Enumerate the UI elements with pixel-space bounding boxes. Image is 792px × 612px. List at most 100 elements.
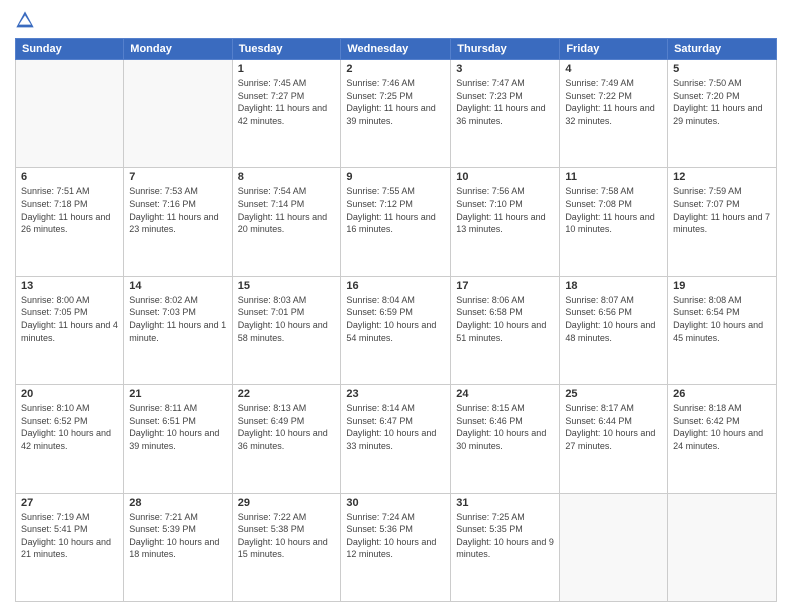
day-info: Sunrise: 7:50 AM Sunset: 7:20 PM Dayligh…: [673, 77, 771, 127]
day-header-tuesday: Tuesday: [232, 39, 341, 60]
header-row: SundayMondayTuesdayWednesdayThursdayFrid…: [16, 39, 777, 60]
day-header-sunday: Sunday: [16, 39, 124, 60]
calendar-cell: 14 Sunrise: 8:02 AM Sunset: 7:03 PM Dayli…: [124, 276, 232, 384]
calendar-cell: 23Sunrise: 8:14 AM Sunset: 6:47 PM Dayli…: [341, 385, 451, 493]
day-info: Sunrise: 8:07 AM Sunset: 6:56 PM Dayligh…: [565, 294, 662, 344]
day-number: 4: [565, 63, 662, 75]
calendar-cell: 25 Sunrise: 8:17 AM Sunset: 6:44 PM Dayli…: [560, 385, 668, 493]
day-info: Sunrise: 7:51 AM Sunset: 7:18 PM Dayligh…: [21, 185, 118, 235]
day-number: 23: [346, 388, 445, 400]
calendar-cell: [16, 60, 124, 168]
calendar-cell: 3 Sunrise: 7:47 AM Sunset: 7:23 PM Daylig…: [451, 60, 560, 168]
day-info: Sunrise: 8:00 AM Sunset: 7:05 PM Dayligh…: [21, 294, 118, 344]
calendar-cell: [560, 493, 668, 601]
calendar-cell: [668, 493, 777, 601]
calendar-cell: 15 Sunrise: 8:03 AM Sunset: 7:01 PM Dayli…: [232, 276, 341, 384]
calendar-cell: 22Sunrise: 8:13 AM Sunset: 6:49 PM Dayli…: [232, 385, 341, 493]
day-info: Sunrise: 7:46 AM Sunset: 7:25 PM Dayligh…: [346, 77, 445, 127]
day-number: 11: [565, 171, 662, 183]
week-row-1: 6 Sunrise: 7:51 AM Sunset: 7:18 PM Daylig…: [16, 168, 777, 276]
day-number: 20: [21, 388, 118, 400]
calendar: SundayMondayTuesdayWednesdayThursdayFrid…: [15, 38, 777, 602]
logo: [15, 10, 39, 30]
calendar-cell: 10Sunrise: 7:56 AM Sunset: 7:10 PM Dayli…: [451, 168, 560, 276]
calendar-cell: 17Sunrise: 8:06 AM Sunset: 6:58 PM Dayli…: [451, 276, 560, 384]
day-info: Sunrise: 7:24 AM Sunset: 5:36 PM Dayligh…: [346, 511, 445, 561]
week-row-0: 1 Sunrise: 7:45 AM Sunset: 7:27 PM Daylig…: [16, 60, 777, 168]
day-number: 25: [565, 388, 662, 400]
day-number: 9: [346, 171, 445, 183]
day-number: 10: [456, 171, 554, 183]
day-info: Sunrise: 7:25 AM Sunset: 5:35 PM Dayligh…: [456, 511, 554, 561]
day-number: 6: [21, 171, 118, 183]
day-info: Sunrise: 8:03 AM Sunset: 7:01 PM Dayligh…: [238, 294, 336, 344]
day-number: 7: [129, 171, 226, 183]
day-info: Sunrise: 8:11 AM Sunset: 6:51 PM Dayligh…: [129, 402, 226, 452]
calendar-cell: 31 Sunrise: 7:25 AM Sunset: 5:35 PM Dayli…: [451, 493, 560, 601]
day-header-saturday: Saturday: [668, 39, 777, 60]
day-info: Sunrise: 8:17 AM Sunset: 6:44 PM Dayligh…: [565, 402, 662, 452]
day-number: 12: [673, 171, 771, 183]
calendar-cell: 13 Sunrise: 8:00 AM Sunset: 7:05 PM Dayli…: [16, 276, 124, 384]
day-info: Sunrise: 7:19 AM Sunset: 5:41 PM Dayligh…: [21, 511, 118, 561]
calendar-cell: 7 Sunrise: 7:53 AM Sunset: 7:16 PM Daylig…: [124, 168, 232, 276]
calendar-cell: [124, 60, 232, 168]
calendar-cell: 8Sunrise: 7:54 AM Sunset: 7:14 PM Daylig…: [232, 168, 341, 276]
header: [15, 10, 777, 30]
day-number: 31: [456, 497, 554, 509]
calendar-cell: 20Sunrise: 8:10 AM Sunset: 6:52 PM Dayli…: [16, 385, 124, 493]
day-number: 15: [238, 280, 336, 292]
day-number: 19: [673, 280, 771, 292]
calendar-cell: 26 Sunrise: 8:18 AM Sunset: 6:42 PM Dayli…: [668, 385, 777, 493]
day-header-friday: Friday: [560, 39, 668, 60]
day-info: Sunrise: 7:53 AM Sunset: 7:16 PM Dayligh…: [129, 185, 226, 235]
day-info: Sunrise: 8:02 AM Sunset: 7:03 PM Dayligh…: [129, 294, 226, 344]
calendar-cell: 9 Sunrise: 7:55 AM Sunset: 7:12 PM Daylig…: [341, 168, 451, 276]
calendar-cell: 19Sunrise: 8:08 AM Sunset: 6:54 PM Dayli…: [668, 276, 777, 384]
day-info: Sunrise: 7:21 AM Sunset: 5:39 PM Dayligh…: [129, 511, 226, 561]
calendar-cell: 28Sunrise: 7:21 AM Sunset: 5:39 PM Dayli…: [124, 493, 232, 601]
day-info: Sunrise: 8:18 AM Sunset: 6:42 PM Dayligh…: [673, 402, 771, 452]
day-number: 30: [346, 497, 445, 509]
day-info: Sunrise: 8:06 AM Sunset: 6:58 PM Dayligh…: [456, 294, 554, 344]
day-info: Sunrise: 7:55 AM Sunset: 7:12 PM Dayligh…: [346, 185, 445, 235]
calendar-cell: 24 Sunrise: 8:15 AM Sunset: 6:46 PM Dayli…: [451, 385, 560, 493]
week-row-2: 13 Sunrise: 8:00 AM Sunset: 7:05 PM Dayli…: [16, 276, 777, 384]
day-number: 24: [456, 388, 554, 400]
day-number: 2: [346, 63, 445, 75]
calendar-cell: 11 Sunrise: 7:58 AM Sunset: 7:08 PM Dayli…: [560, 168, 668, 276]
calendar-cell: 16 Sunrise: 8:04 AM Sunset: 6:59 PM Dayli…: [341, 276, 451, 384]
day-number: 1: [238, 63, 336, 75]
day-number: 29: [238, 497, 336, 509]
day-info: Sunrise: 8:04 AM Sunset: 6:59 PM Dayligh…: [346, 294, 445, 344]
calendar-cell: 4Sunrise: 7:49 AM Sunset: 7:22 PM Daylig…: [560, 60, 668, 168]
day-number: 13: [21, 280, 118, 292]
day-number: 26: [673, 388, 771, 400]
day-info: Sunrise: 7:47 AM Sunset: 7:23 PM Dayligh…: [456, 77, 554, 127]
day-number: 8: [238, 171, 336, 183]
day-number: 22: [238, 388, 336, 400]
day-header-monday: Monday: [124, 39, 232, 60]
day-info: Sunrise: 7:22 AM Sunset: 5:38 PM Dayligh…: [238, 511, 336, 561]
calendar-cell: 29 Sunrise: 7:22 AM Sunset: 5:38 PM Dayli…: [232, 493, 341, 601]
logo-icon: [15, 10, 35, 30]
calendar-cell: 6 Sunrise: 7:51 AM Sunset: 7:18 PM Daylig…: [16, 168, 124, 276]
day-number: 18: [565, 280, 662, 292]
day-number: 5: [673, 63, 771, 75]
calendar-cell: 21Sunrise: 8:11 AM Sunset: 6:51 PM Dayli…: [124, 385, 232, 493]
day-number: 27: [21, 497, 118, 509]
day-info: Sunrise: 7:45 AM Sunset: 7:27 PM Dayligh…: [238, 77, 336, 127]
day-number: 14: [129, 280, 226, 292]
calendar-cell: 27 Sunrise: 7:19 AM Sunset: 5:41 PM Dayli…: [16, 493, 124, 601]
day-number: 16: [346, 280, 445, 292]
day-number: 3: [456, 63, 554, 75]
day-header-wednesday: Wednesday: [341, 39, 451, 60]
day-info: Sunrise: 8:15 AM Sunset: 6:46 PM Dayligh…: [456, 402, 554, 452]
week-row-3: 20Sunrise: 8:10 AM Sunset: 6:52 PM Dayli…: [16, 385, 777, 493]
day-info: Sunrise: 7:58 AM Sunset: 7:08 PM Dayligh…: [565, 185, 662, 235]
calendar-cell: 30 Sunrise: 7:24 AM Sunset: 5:36 PM Dayli…: [341, 493, 451, 601]
calendar-cell: 18 Sunrise: 8:07 AM Sunset: 6:56 PM Dayli…: [560, 276, 668, 384]
page: SundayMondayTuesdayWednesdayThursdayFrid…: [0, 0, 792, 612]
day-header-thursday: Thursday: [451, 39, 560, 60]
calendar-cell: 5 Sunrise: 7:50 AM Sunset: 7:20 PM Daylig…: [668, 60, 777, 168]
